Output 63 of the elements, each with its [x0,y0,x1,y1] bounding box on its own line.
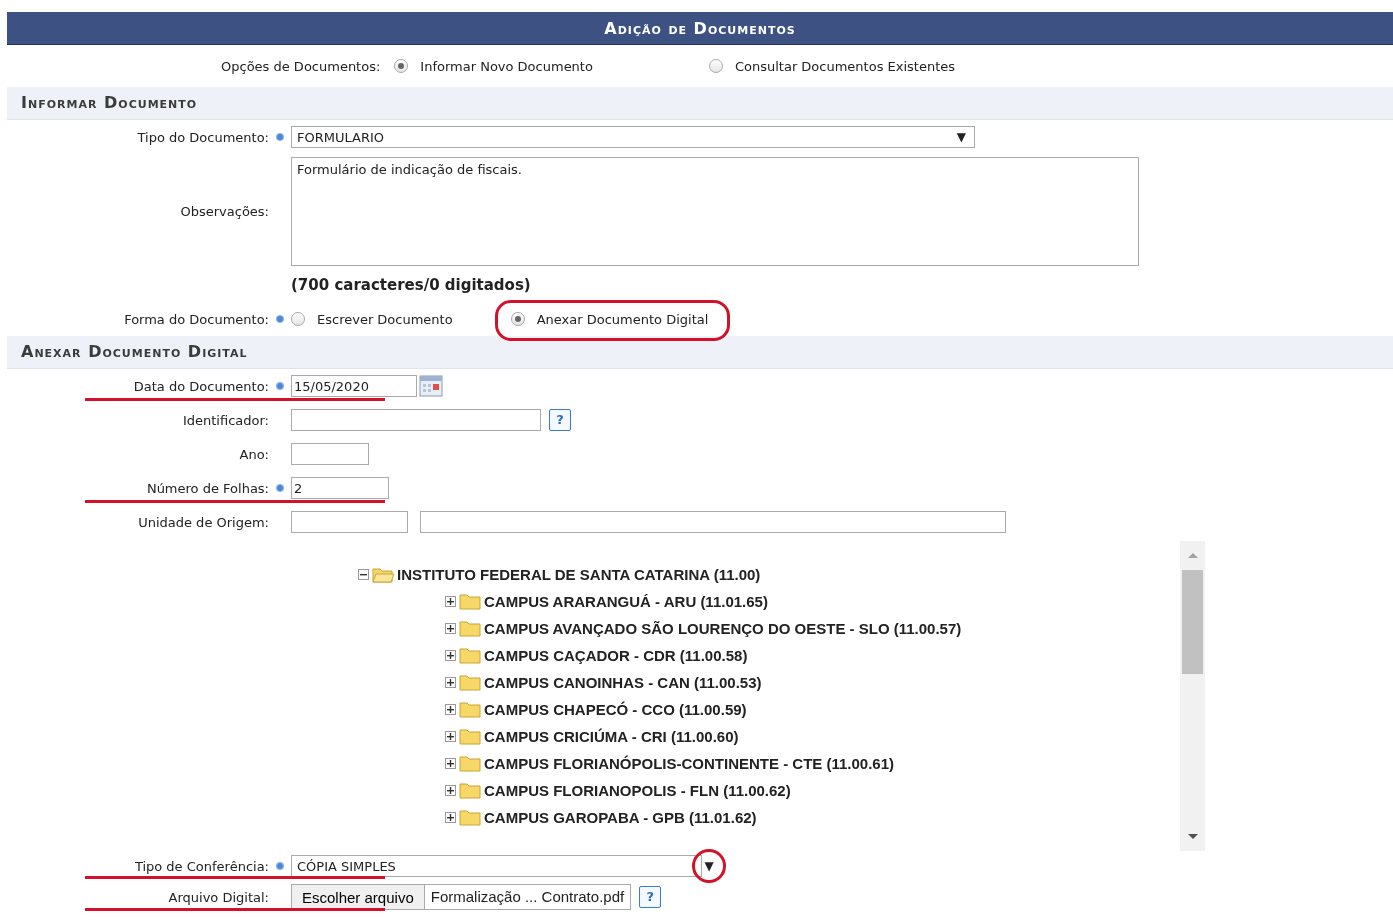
tree-item[interactable]: CAMPUS FLORIANOPOLIS - FLN (11.00.62) [484,782,791,799]
tree-item[interactable]: CAMPUS FLORIANÓPOLIS-CONTINENTE - CTE (11.00.61) [484,755,895,772]
tree-item[interactable]: CAMPUS ARARANGUÁ - ARU (11.01.65) [484,593,768,610]
section-header: Informar Documento [7,87,1393,120]
scroll-up-icon[interactable] [1187,553,1198,558]
scroll-down-icon[interactable] [1187,834,1198,839]
folder-icon [459,620,481,637]
field-label: Forma do Documento: [124,311,269,327]
radio-label: Consultar Documentos Existentes [734,58,956,74]
identifier-field[interactable] [291,409,541,431]
field-label: Data do Documento: [133,378,269,394]
conference-type-select[interactable]: CÓPIA SIMPLES [291,855,702,877]
file-name: Formalização ... Contrato.pdf [429,887,626,907]
folder-icon [459,809,481,826]
character-counter: (700 caracteres/0 digitados) [291,276,531,294]
text-field[interactable]: 2 [291,477,389,499]
field-label: Arquivo Digital: [168,889,269,905]
tree-item[interactable]: CAMPUS CRICIÚMA - CRI (11.00.60) [484,728,739,745]
observations-field[interactable]: Formulário de indicação de fiscais. [291,156,1139,266]
folder-icon [459,674,481,691]
date-field[interactable]: 15/05/2020 [291,375,417,397]
choose-file-button[interactable]: Escolher arquivo [292,885,425,909]
folder-icon [459,701,481,718]
unit-code-field[interactable] [291,511,408,533]
folder-icon [372,566,394,583]
radio-button[interactable] [708,59,723,73]
tree-item[interactable]: CAMPUS CHAPECÓ - CCO (11.00.59) [484,701,747,718]
folder-icon [459,782,481,799]
field-label: Tipo de Conferência: [134,858,269,874]
field-label: Tipo do Documento: [137,129,269,145]
field-label: Ano: [239,446,269,462]
tree-item[interactable]: INSTITUTO FEDERAL DE SANTA CATARINA (11.00) [397,566,761,583]
help-button[interactable]: ? [639,886,662,908]
scrollbar[interactable] [1180,541,1205,851]
field-label: Observações: [180,203,269,219]
field-label: Opções de Documentos: [221,58,381,74]
page-title: Adição de Documentos [7,12,1393,45]
text-field[interactable] [291,443,369,465]
radio-button[interactable] [291,312,305,326]
unit-name-field[interactable] [420,511,1006,533]
tree-item[interactable]: CAMPUS CAÇADOR - CDR (11.00.58) [484,647,748,664]
field-label: Unidade de Origem: [138,514,269,530]
calendar-icon [419,375,443,397]
radio-label: Informar Novo Documento [420,58,593,74]
folder-icon [459,728,481,745]
file-field[interactable]: Escolher arquivo Formalização ... Contrato.pdf [291,884,632,910]
tree-item[interactable]: CAMPUS GAROPABA - GPB (11.01.62) [484,809,757,826]
folder-icon [459,647,481,664]
tree-item[interactable]: CAMPUS AVANÇADO SÃO LOURENÇO DO OESTE - SLO (11.00.57) [484,620,962,637]
radio-button[interactable] [394,59,409,73]
scroll-thumb[interactable] [1182,570,1203,674]
dropdown-arrow: ▼ [956,130,966,144]
folder-icon [459,593,481,610]
field-label: Número de Folhas: [146,480,269,496]
section-header: Anexar Documento Digital [7,336,1393,369]
radio-label: Escrever Documento [317,311,453,327]
document-type-select[interactable]: FORMULARIO ▼ [291,126,975,148]
tree-item[interactable]: CAMPUS CANOINHAS - CAN (11.00.53) [484,674,762,691]
help-button[interactable]: ? [549,409,571,431]
folder-icon [459,755,481,772]
radio-button[interactable] [510,312,525,326]
radio-label: Anexar Documento Digital [536,311,709,327]
field-label: Identificador: [182,412,269,428]
